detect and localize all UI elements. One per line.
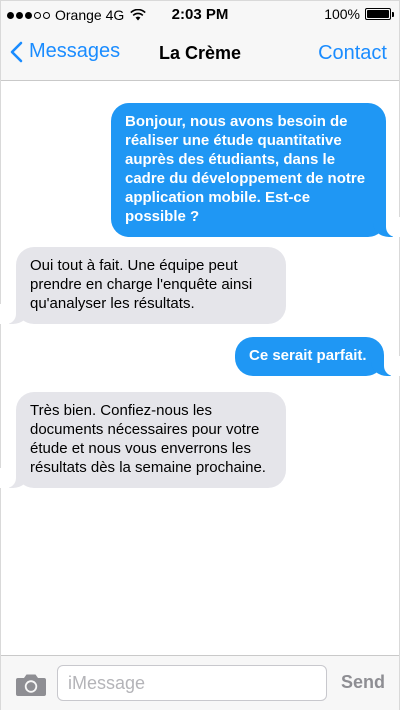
message-bubble-sent[interactable]: Ce serait parfait. <box>235 337 400 376</box>
chevron-left-icon <box>10 41 23 62</box>
navigation-bar: Messages La Crème Contact <box>1 29 399 81</box>
message-bubble-received[interactable]: Oui tout à fait. Une équipe peut prendre… <box>0 247 286 324</box>
battery-percent: 100% <box>324 6 360 22</box>
contact-button[interactable]: Contact <box>318 42 387 65</box>
message-bubble-sent[interactable]: Bonjour, nous avons besoin de réaliser u… <box>111 103 400 237</box>
message-text: Ce serait parfait. <box>249 347 367 364</box>
message-thread[interactable]: Bonjour, nous avons besoin de réaliser u… <box>0 81 400 655</box>
message-bubble-received[interactable]: Très bien. Confiez-nous les documents né… <box>0 392 286 488</box>
back-button-label: Messages <box>29 40 121 62</box>
status-bar: Orange 4G 2:03 PM 100% <box>1 1 399 29</box>
status-right: 100% <box>324 6 394 22</box>
compose-bar: Send <box>1 655 399 710</box>
message-text: Très bien. Confiez-nous les documents né… <box>30 402 266 476</box>
battery-icon <box>365 8 394 20</box>
message-text: Oui tout à fait. Une équipe peut prendre… <box>30 257 253 312</box>
message-text: Bonjour, nous avons besoin de réaliser u… <box>125 113 366 225</box>
camera-icon[interactable] <box>15 671 47 697</box>
send-button[interactable]: Send <box>341 672 385 693</box>
imessage-input[interactable] <box>57 665 327 701</box>
back-button[interactable]: Messages <box>9 40 120 63</box>
